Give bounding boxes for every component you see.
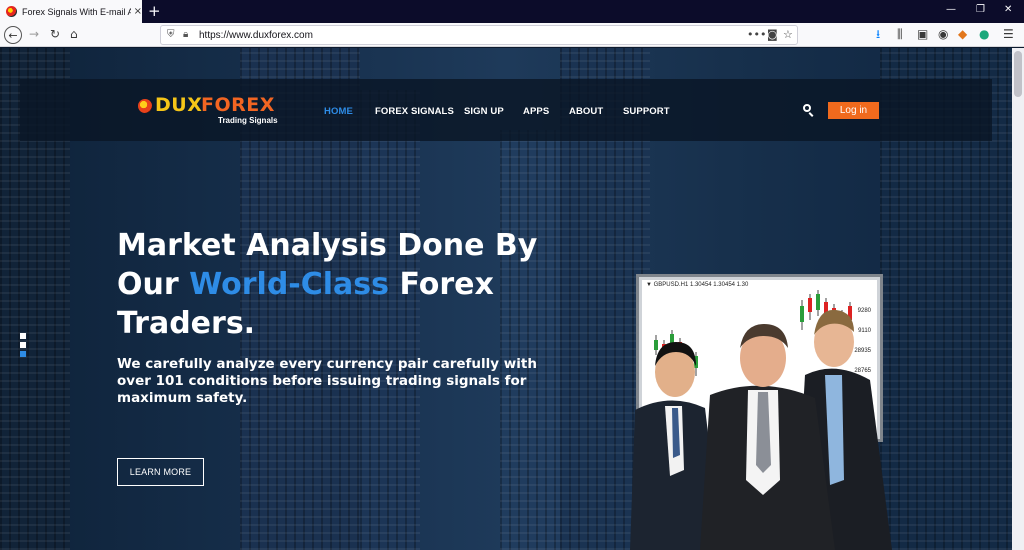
slider-pagination bbox=[20, 333, 26, 360]
login-button[interactable]: Log in bbox=[828, 102, 879, 119]
learn-more-button[interactable]: LEARN MORE bbox=[117, 458, 204, 486]
download-icon[interactable]: ⭳ bbox=[876, 27, 880, 41]
menu-icon[interactable]: ☰ bbox=[1003, 27, 1014, 41]
trader-center bbox=[700, 324, 835, 550]
page-scrollbar[interactable] bbox=[1012, 48, 1024, 550]
nav-about[interactable]: ABOUT bbox=[569, 106, 603, 117]
search-icon[interactable] bbox=[803, 104, 815, 117]
site-header: DUX FOREX Trading Signals HOME FOREX SIG… bbox=[20, 79, 992, 141]
maximize-window-button[interactable]: ❐ bbox=[976, 4, 985, 15]
pocket-icon[interactable]: ◙ bbox=[767, 28, 778, 41]
hero-headline: Market Analysis Done By Our World-Class … bbox=[117, 226, 547, 343]
nav-support[interactable]: SUPPORT bbox=[623, 106, 670, 117]
hero-subtext: We carefully analyze every currency pair… bbox=[117, 356, 537, 406]
library-icon[interactable]: ⫼ bbox=[897, 27, 903, 41]
scrollbar-thumb[interactable] bbox=[1014, 51, 1022, 97]
headline-highlight: World-Class bbox=[189, 267, 390, 302]
minimize-window-button[interactable]: — bbox=[946, 4, 956, 15]
forward-icon[interactable]: → bbox=[29, 27, 39, 41]
tracking-shield-icon[interactable]: ⛨ bbox=[167, 29, 175, 40]
nav-apps[interactable]: APPS bbox=[523, 106, 549, 117]
slider-dot[interactable] bbox=[20, 333, 26, 339]
nav-forex-signals[interactable]: FOREX SIGNALS bbox=[375, 106, 454, 117]
page-actions-icon[interactable]: ••• bbox=[747, 28, 766, 41]
extension-fox-icon[interactable]: ◆ bbox=[958, 27, 967, 41]
logo-dux-text: DUX bbox=[155, 94, 203, 116]
bookmark-star-icon[interactable]: ☆ bbox=[783, 28, 793, 41]
sidebar-icon[interactable]: ▣ bbox=[917, 27, 928, 41]
slider-dot[interactable] bbox=[20, 342, 26, 348]
browser-toolbar: ← → ↻ ⌂ ⛨ 🔒︎ https://www.duxforex.com ••… bbox=[0, 23, 1024, 47]
site-favicon-icon bbox=[6, 6, 17, 17]
account-icon[interactable]: ◉ bbox=[938, 27, 948, 41]
logo-forex-text: FOREX bbox=[201, 94, 275, 116]
nav-home[interactable]: HOME bbox=[324, 106, 353, 117]
headline-line-3: Traders. bbox=[117, 306, 256, 341]
headline-line-2-prefix: Our bbox=[117, 267, 190, 302]
logo-tagline: Trading Signals bbox=[218, 116, 278, 125]
headline-line-1: Market Analysis Done By bbox=[117, 228, 538, 263]
url-text[interactable]: https://www.duxforex.com bbox=[199, 30, 313, 41]
tab-title: Forex Signals With E-mail And I bbox=[22, 6, 131, 17]
close-window-button[interactable]: ✕ bbox=[1004, 4, 1012, 15]
tab-close-icon[interactable]: × bbox=[134, 6, 142, 17]
website-viewport: DUX FOREX Trading Signals HOME FOREX SIG… bbox=[0, 48, 1012, 550]
slider-dot-active[interactable] bbox=[20, 351, 26, 357]
lock-icon[interactable]: 🔒︎ bbox=[183, 29, 188, 40]
reload-icon[interactable]: ↻ bbox=[50, 27, 60, 41]
new-tab-button[interactable]: + bbox=[148, 2, 161, 20]
nav-sign-up[interactable]: SIGN UP bbox=[464, 106, 504, 117]
home-icon[interactable]: ⌂ bbox=[70, 27, 78, 41]
headline-line-2-suffix: Forex bbox=[389, 267, 494, 302]
extension-green-icon[interactable]: ● bbox=[979, 27, 989, 41]
url-bar[interactable]: ⛨ 🔒︎ https://www.duxforex.com ••• ◙ ☆ bbox=[160, 25, 798, 45]
traders-photo bbox=[630, 309, 892, 550]
back-icon[interactable]: ← bbox=[4, 26, 22, 44]
browser-tab-bar: Forex Signals With E-mail And I × + — ❐ … bbox=[0, 0, 1024, 23]
logo-globe-icon bbox=[138, 99, 152, 113]
browser-tab-active[interactable]: Forex Signals With E-mail And I × bbox=[0, 0, 142, 23]
